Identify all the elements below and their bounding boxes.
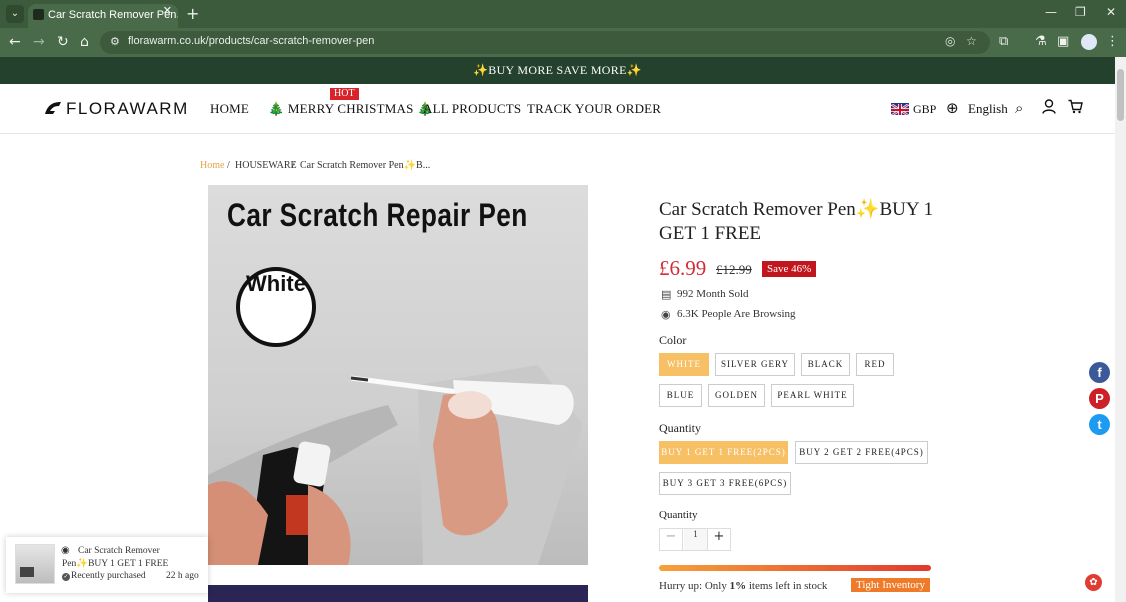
twitter-share-icon[interactable]: t [1089, 414, 1110, 435]
site-info-icon[interactable]: ⚙ [110, 35, 120, 48]
favicon-icon [33, 9, 44, 20]
nav-all-products[interactable]: ALL PRODUCTS [423, 101, 521, 117]
nav-home[interactable]: HOME [210, 101, 249, 117]
quantity-input[interactable]: 1 [684, 529, 707, 550]
color-option-black[interactable]: BLACK [801, 353, 850, 376]
stock-warning-prefix: Hurry up: Only [659, 580, 730, 592]
sidebar-icon[interactable]: ▣ [1057, 34, 1069, 49]
cart-icon[interactable] [1068, 99, 1083, 118]
chat-widget-icon[interactable]: ✿ [1085, 574, 1102, 591]
pen-illustration [208, 365, 583, 565]
facebook-share-icon[interactable]: f [1089, 362, 1110, 383]
color-option-golden[interactable]: GOLDEN [708, 384, 765, 407]
bundle-option-1[interactable]: BUY 1 GET 1 FREE(2PCS) [659, 441, 788, 464]
product-main-image[interactable]: Car Scratch Repair Pen White [208, 185, 588, 565]
stock-percent: 1% [729, 580, 747, 592]
window-close-icon[interactable]: ✕ [1106, 5, 1116, 19]
address-bar[interactable]: ⚙ florawarm.co.uk/products/car-scratch-r… [100, 31, 990, 54]
color-option-blue[interactable]: BLUE [659, 384, 702, 407]
original-price: £12.99 [716, 262, 752, 277]
menu-icon[interactable]: ⋮ [1106, 34, 1119, 49]
browser-tab-bar: ⌄ Car Scratch Remover Pen✨BU ✕ + — ❐ ✕ [0, 0, 1126, 28]
color-option-silver-gery[interactable]: SILVER GERY [715, 353, 795, 376]
popup-product-title: Car Scratch Remover Pen✨BUY 1 GET 1 FREE [62, 546, 169, 569]
browser-toolbar: ← → ↻ ⌂ ⚙ florawarm.co.uk/products/car-s… [0, 28, 1126, 57]
save-badge: Save 46% [762, 261, 817, 277]
language-selector[interactable]: English [968, 101, 1008, 117]
sale-price: £6.99 [659, 256, 707, 280]
globe-icon[interactable]: ⊕ [946, 99, 959, 117]
bundle-label: Quantity [659, 421, 701, 435]
site-logo[interactable]: FLORAWARM [44, 99, 189, 119]
announcement-bar: ✨BUY MORE SAVE MORE✨ [0, 57, 1115, 84]
stock-progress-bar [659, 565, 931, 571]
currency-selector[interactable]: GBP [913, 102, 936, 117]
stock-warning-suffix: items left in stock [746, 580, 828, 592]
uk-flag-icon[interactable] [891, 103, 909, 115]
quantity-label: Quantity [659, 509, 698, 521]
popup-status: Recently purchased [71, 571, 146, 581]
scrollbar-thumb[interactable] [1117, 69, 1124, 121]
bundle-option-2[interactable]: BUY 2 GET 2 FREE(4PCS) [795, 441, 928, 464]
breadcrumb-separator: / [227, 160, 230, 171]
store-icon: ▤ [661, 288, 672, 301]
color-option-white[interactable]: WHITE [659, 353, 709, 376]
minimize-icon[interactable]: — [1045, 5, 1057, 19]
nav-merry-christmas[interactable]: 🎄 MERRY CHRISTMAS 🎄 [268, 101, 433, 117]
recent-purchase-popup[interactable]: ◉ Car Scratch Remover Pen✨BUY 1 GET 1 FR… [6, 537, 208, 593]
restore-icon[interactable]: ❐ [1075, 5, 1086, 19]
stock-warning: Hurry up: Only 1% items left in stock [659, 580, 827, 592]
hot-badge: HOT [330, 88, 359, 100]
logo-icon [45, 102, 61, 114]
lab-icon[interactable]: ⚗ [1035, 34, 1047, 49]
profile-avatar[interactable] [1081, 34, 1097, 50]
tab-title: Car Scratch Remover Pen✨BU [48, 9, 178, 21]
url-text[interactable]: florawarm.co.uk/products/car-scratch-rem… [128, 35, 374, 47]
browser-tab[interactable]: Car Scratch Remover Pen✨BU ✕ [28, 4, 178, 28]
site-header: FLORAWARM HOME 🎄 MERRY CHRISTMAS 🎄 HOT A… [0, 84, 1115, 134]
bundle-option-3[interactable]: BUY 3 GET 3 FREE(6PCS) [659, 472, 791, 495]
extensions-icon[interactable]: ⧉ [999, 34, 1008, 49]
sold-count: 992 Month Sold [677, 288, 749, 300]
account-icon[interactable] [1042, 99, 1056, 118]
breadcrumb-home[interactable]: Home [200, 160, 224, 171]
eye-icon: ◉ [661, 308, 671, 321]
eye-off-icon[interactable]: ◎ [945, 34, 955, 48]
tab-close-icon[interactable]: ✕ [163, 4, 172, 17]
breadcrumb-category[interactable]: HOUSEWARE [235, 160, 297, 171]
home-icon[interactable]: ⌂ [80, 34, 89, 50]
logo-text: FLORAWARM [66, 99, 189, 118]
back-icon[interactable]: ← [9, 34, 21, 50]
browsing-count: 6.3K People Are Browsing [677, 308, 796, 320]
new-tab-button[interactable]: + [186, 4, 199, 23]
tab-search-icon[interactable]: ⌄ [6, 5, 24, 23]
reload-icon[interactable]: ↻ [57, 34, 69, 50]
quantity-stepper: − 1 + [659, 528, 731, 551]
quantity-decrease-button[interactable]: − [660, 529, 683, 550]
quantity-increase-button[interactable]: + [707, 529, 730, 550]
popup-time: 22 h ago [166, 571, 199, 581]
nav-track-order[interactable]: TRACK YOUR ORDER [527, 101, 661, 117]
page-scrollbar[interactable] [1115, 57, 1126, 602]
search-icon[interactable]: ⌕ [1015, 99, 1023, 117]
breadcrumb-current: Car Scratch Remover Pen✨B... [300, 160, 431, 171]
forward-icon[interactable]: → [33, 34, 45, 50]
verified-check-icon: ✓ [62, 573, 70, 581]
stock-progress-fill [659, 565, 931, 571]
popup-product-thumbnail [15, 544, 55, 584]
tight-inventory-badge: Tight Inventory [851, 578, 930, 592]
product-title: Car Scratch Remover Pen✨BUY 1 GET 1 FREE [659, 199, 934, 244]
breadcrumb-separator: / [292, 160, 295, 171]
color-label: Color [659, 333, 687, 347]
color-option-pearl-white[interactable]: PEARL WHITE [771, 384, 854, 407]
bookmark-star-icon[interactable]: ☆ [966, 34, 977, 48]
pinterest-share-icon[interactable]: P [1089, 388, 1110, 409]
product-second-image[interactable] [208, 585, 588, 602]
color-option-red[interactable]: RED [856, 353, 894, 376]
